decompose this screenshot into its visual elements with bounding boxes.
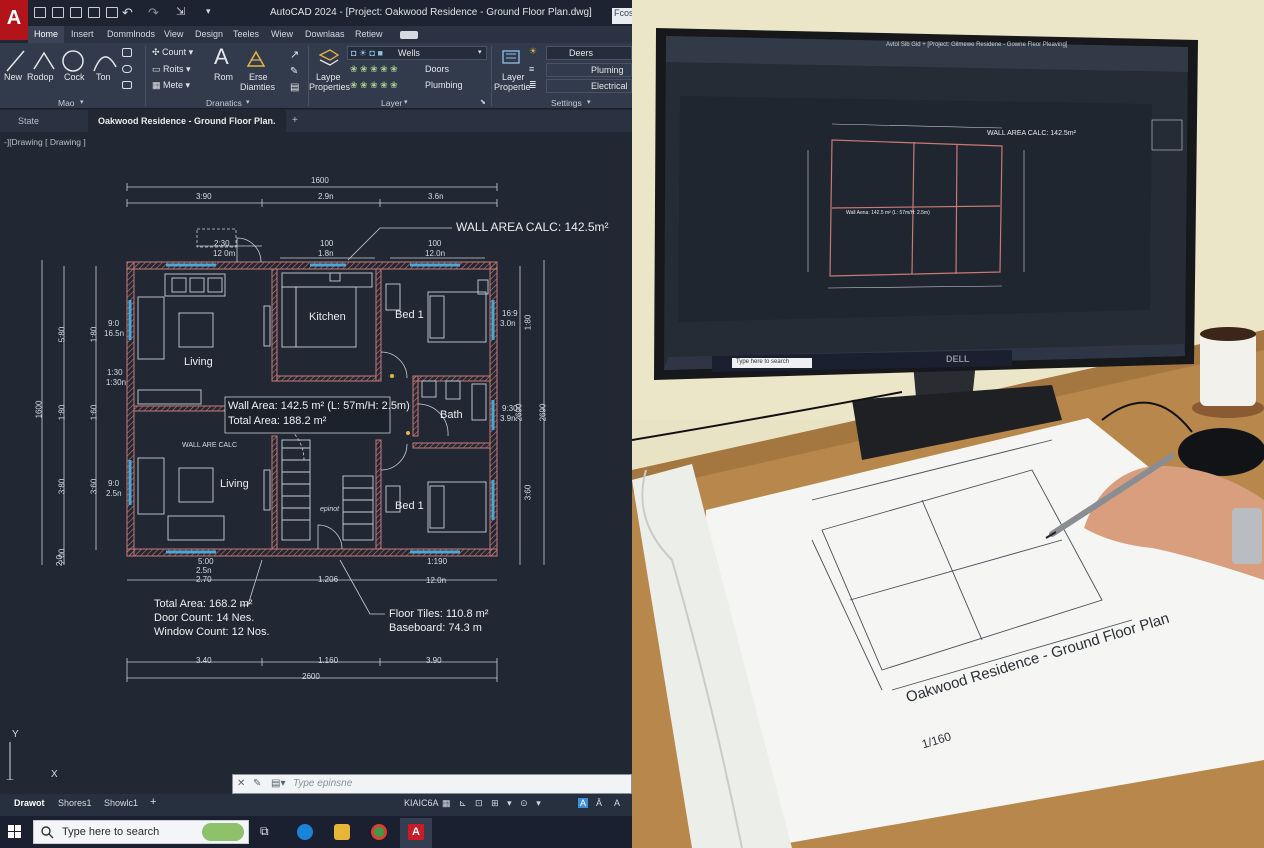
plan-annotations: 1600 3:90 2.9n 3.6n WALL AREA CALC: 142.…: [0, 0, 632, 780]
dim-top-left: 3:90: [196, 192, 212, 201]
monitor-calc-text: Wall Aena: 142.5 m² (L: 57m/H: 2.5m): [846, 210, 930, 216]
dim-right-outer-a: 2690: [538, 403, 548, 422]
annotation-visibility-icon[interactable]: A: [614, 798, 620, 808]
close-icon[interactable]: ✕: [237, 778, 245, 789]
edge-browser-icon[interactable]: [297, 824, 313, 840]
sheet-scale: 1/160: [920, 729, 953, 752]
monitor-window-title: Avtol Sib Gid + [Project: Gilmewe Reside…: [886, 42, 1068, 48]
taskbar-search-box[interactable]: Type here to search: [33, 820, 249, 844]
win-left-3b: 2.5n: [106, 489, 122, 498]
wall-calc-tag: WALL ARE CALC: [182, 442, 238, 449]
dim-left-c: 3:80: [57, 478, 67, 495]
dim-right-c: 3:60: [523, 484, 533, 501]
sheet-title: Oakwood Residence - Ground Floor Plan: [904, 609, 1172, 707]
bottom-dim2-mid: 1.160: [318, 656, 339, 665]
bottom-subdim-2a: 1:190: [427, 557, 448, 566]
win-left-3a: 9:0: [108, 479, 120, 488]
monitor-brand-logo: DELL: [946, 354, 970, 364]
room-label-bed1-bottom[interactable]: Bed 1: [395, 500, 424, 512]
bottom-subdim-1b: 2.5n: [196, 566, 212, 575]
subdim-2b: 1.8n: [318, 249, 334, 258]
search-highlight-icon: [202, 823, 244, 841]
monitor-search-text: Type here to search: [736, 359, 790, 365]
ucs-y-label: Y: [12, 729, 19, 740]
win-right-1b: 3.0n: [500, 319, 516, 328]
win-left-1b: 16.5n: [104, 329, 125, 338]
dim-left-f: 1:60: [89, 404, 99, 421]
bottom-dim2-total: 2600: [302, 672, 320, 681]
calc-box-line1[interactable]: Wall Area: 142.5 m² (L: 57m/H: 2.5m): [228, 400, 410, 412]
room-label-living-top[interactable]: Living: [184, 356, 213, 368]
bottom-dim-left: 2.70: [196, 575, 212, 584]
dim-left-g: 3:60: [89, 478, 99, 495]
subdim-3a: 100: [428, 239, 442, 248]
room-label-living-bottom[interactable]: Living: [220, 478, 249, 490]
dim-total-top: 1600: [311, 176, 329, 185]
summary-total-area[interactable]: Total Area: 168.2 m²: [154, 598, 252, 610]
search-placeholder: Type here to search: [62, 826, 160, 838]
recent-commands-icon[interactable]: ▤▾: [271, 778, 285, 789]
customize-icon[interactable]: ✎: [253, 778, 261, 789]
subdim-2a: 100: [320, 239, 334, 248]
task-view-icon[interactable]: ⧉: [260, 824, 276, 840]
ucs-x-label: X: [51, 769, 58, 780]
search-icon: [41, 826, 54, 839]
desk-photo: Avtol Sib Gid + [Project: Gilmewe Reside…: [632, 0, 1264, 848]
room-label-kitchen[interactable]: Kitchen: [309, 311, 346, 323]
dim-left-b: 1:80: [57, 404, 67, 421]
layout-tab-1[interactable]: Shores1: [58, 798, 92, 808]
taskbar-autocad-slot[interactable]: A: [400, 818, 432, 848]
file-explorer-icon[interactable]: [334, 824, 350, 840]
win-right-2a: 9:30: [502, 404, 518, 413]
add-layout-icon[interactable]: +: [150, 796, 156, 808]
bottom-dim2-left: 3.40: [196, 656, 212, 665]
bottom-subdim-1a: 5:00: [198, 557, 214, 566]
wall-area-callout[interactable]: WALL AREA CALC: 142.5m²: [456, 220, 609, 234]
stair-tag: epinot: [320, 506, 340, 513]
autocad-window: AutoCAD 2024 - [Project: Oakwood Residen…: [0, 0, 632, 848]
command-line[interactable]: ✕ ✎ ▤▾ Type epinsne: [232, 774, 632, 794]
bottom-subdim-2b: 12.0n: [426, 576, 447, 585]
subdim-1b: 12 0m: [213, 249, 236, 258]
win-left-1a: 9:0: [108, 319, 120, 328]
win-left-2b: 1:30n: [106, 378, 127, 387]
status-bar: Drawot Shores1 Showlc1 + KIAIC6A ▦ ⊾ ⊡ ⊞…: [0, 794, 632, 816]
dim-left-a: 5:80: [57, 326, 67, 343]
autocad-taskbar-icon: A: [408, 824, 424, 840]
chrome-icon[interactable]: [371, 824, 387, 840]
drafting-toggles-icons[interactable]: ▦ ⊾ ⊡ ⊞ ▾ ⊙ ▾: [442, 798, 544, 809]
summary-floor-tiles[interactable]: Floor Tiles: 110.8 m²: [389, 608, 488, 620]
dim-left-outer: 1600: [34, 400, 44, 419]
subdim-1a: 2:30: [214, 239, 230, 248]
room-label-bath[interactable]: Bath: [440, 409, 463, 421]
win-right-2b: 3.9n: [500, 414, 516, 423]
bottom-dim2-right: 3.90: [426, 656, 442, 665]
coordinate-readout[interactable]: KIAIC6A: [404, 798, 439, 808]
dim-top-right: 3.6n: [428, 192, 444, 201]
calc-box-line2[interactable]: Total Area: 188.2 m²: [228, 415, 326, 427]
win-left-2a: 1:30: [107, 368, 123, 377]
win-right-1a: 16:9: [502, 309, 518, 318]
summary-baseboard[interactable]: Baseboard: 74.3 m: [389, 622, 482, 634]
screenshot-root: AutoCAD 2024 - [Project: Oakwood Residen…: [0, 0, 1264, 848]
photo-labels: Avtol Sib Gid + [Project: Gilmewe Reside…: [632, 0, 1264, 848]
summary-door-count[interactable]: Door Count: 14 Nes.: [154, 612, 254, 624]
room-label-bed1-top[interactable]: Bed 1: [395, 309, 424, 321]
subdim-3b: 12.0n: [425, 249, 446, 258]
layout-tab-model[interactable]: Drawot: [14, 798, 45, 808]
dim-left-e: 1:80: [89, 326, 99, 343]
bottom-dim-mid: 1.206: [318, 575, 339, 584]
dim-top-mid: 2.9n: [318, 192, 334, 201]
dim-right-a: 1:80: [523, 314, 533, 331]
layout-tab-2[interactable]: Showlc1: [104, 798, 138, 808]
annotation-icon[interactable]: Ā: [596, 798, 602, 808]
windows-start-icon[interactable]: [8, 825, 22, 839]
summary-window-count[interactable]: Window Count: 12 Nos.: [154, 626, 270, 638]
windows-taskbar: Type here to search ⧉ A: [0, 816, 632, 848]
annotation-scale-icon[interactable]: A: [578, 798, 589, 808]
command-input[interactable]: Type epinsne: [293, 778, 352, 789]
win-left-4: 2.0: [55, 554, 65, 567]
monitor-wall-callout: WALL AREA CALC: 142.5m²: [987, 130, 1076, 137]
